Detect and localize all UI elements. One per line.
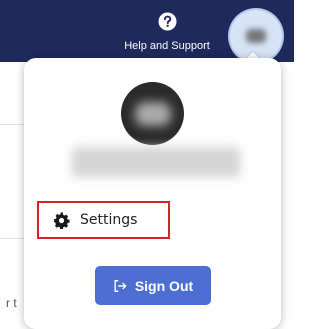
settings-label: Settings	[80, 212, 138, 228]
user-avatar-large	[121, 82, 184, 145]
gear-icon	[54, 211, 70, 229]
page-text-fragment: r t	[6, 296, 17, 310]
sign-out-button[interactable]: Sign Out	[95, 266, 211, 305]
sign-out-label: Sign Out	[134, 277, 194, 294]
avatar-photo-redacted	[246, 29, 266, 43]
user-name-redacted	[72, 147, 240, 177]
settings-menu-item[interactable]: Settings	[37, 201, 170, 239]
avatar-photo-redacted	[135, 102, 171, 126]
help-and-support-label: Help and Support	[124, 40, 210, 52]
help-and-support-button[interactable]: Help and Support	[112, 12, 222, 60]
question-circle-icon	[157, 12, 177, 31]
sign-out-icon	[114, 279, 127, 292]
